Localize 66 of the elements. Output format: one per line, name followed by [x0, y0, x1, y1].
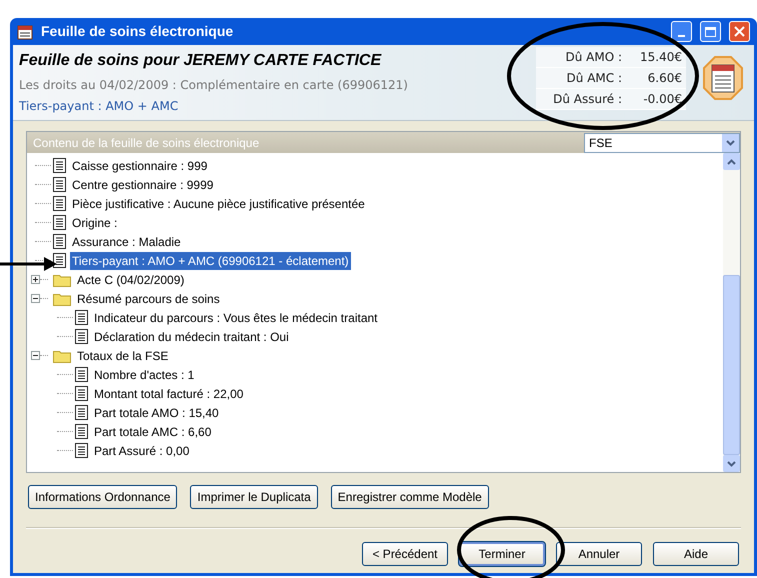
tree-item[interactable]: Résumé parcours de soins	[75, 290, 222, 308]
tree-item[interactable]: Nombre d'actes : 1	[92, 366, 196, 384]
tree-item[interactable]: Montant total facturé : 22,00	[92, 384, 246, 402]
document-icon	[75, 443, 88, 458]
scrollbar[interactable]	[723, 153, 740, 472]
tree-item[interactable]: Caisse gestionnaire : 999	[70, 156, 210, 174]
tree-item[interactable]: Indicateur du parcours : Vous êtes le médecin traitant	[92, 308, 380, 326]
minimize-button[interactable]	[671, 21, 692, 42]
tree-item[interactable]: Part Assuré : 0,00	[92, 442, 192, 460]
document-icon	[75, 329, 88, 344]
close-icon	[734, 26, 745, 37]
collapse-toggle-icon[interactable]	[31, 294, 40, 303]
tree-item[interactable]: Tiers-payant : AMO + AMC (69906121 - éclatement)	[70, 252, 351, 270]
document-icon	[53, 158, 66, 173]
scroll-down-button[interactable]	[723, 455, 740, 472]
folder-icon	[53, 272, 71, 286]
nav-button[interactable]: Aide	[653, 542, 739, 566]
section-title: Contenu de la feuille de soins électronique	[32, 134, 260, 152]
document-icon	[75, 405, 88, 420]
caret-icon	[726, 140, 735, 146]
amount-value: -0.00€	[642, 91, 682, 108]
amount-label: Dû AMC :	[566, 70, 622, 87]
form-icon	[17, 24, 33, 40]
nav-button[interactable]: Terminer	[459, 542, 545, 566]
nav-button[interactable]: Annuler	[556, 542, 642, 566]
document-icon	[53, 196, 66, 211]
collapse-toggle-icon[interactable]	[31, 351, 40, 360]
document-icon	[53, 234, 66, 249]
document-icon	[75, 386, 88, 401]
amount-value: 6.60€	[646, 70, 682, 87]
view-select[interactable]: FSE	[584, 132, 740, 152]
tree-item[interactable]: Totaux de la FSE	[75, 346, 170, 364]
annotation-arrow	[0, 257, 57, 271]
folder-icon	[53, 348, 71, 362]
tree-item[interactable]: Part totale AMC : 6,60	[92, 422, 214, 440]
amount-value: 15.40€	[639, 49, 682, 66]
tree-item[interactable]: Déclaration du médecin traitant : Oui	[92, 328, 291, 346]
action-button[interactable]: Imprimer le Duplicata	[190, 485, 318, 509]
tree-item[interactable]: Pièce justificative : Aucune pièce justificative présentée	[70, 194, 367, 212]
patient-title: Feuille de soins pour JEREMY CARTE FACTICE	[19, 51, 382, 71]
document-icon	[53, 215, 66, 230]
tree-item[interactable]: Centre gestionnaire : 9999	[70, 176, 216, 194]
document-icon	[75, 310, 88, 325]
amount-label: Dû AMO :	[565, 49, 622, 66]
document-icon	[53, 177, 66, 192]
tree-item[interactable]: Assurance : Maladie	[70, 232, 183, 250]
action-button[interactable]: Enregistrer comme Modèle	[330, 485, 489, 509]
close-button[interactable]	[729, 21, 750, 42]
document-icon	[75, 424, 88, 439]
maximize-button[interactable]	[700, 21, 721, 42]
nav-button[interactable]: < Précédent	[362, 542, 448, 566]
expand-toggle-icon[interactable]	[31, 275, 40, 284]
third-party-text: Tiers-payant : AMO + AMC	[19, 98, 180, 115]
scroll-thumb[interactable]	[723, 275, 740, 455]
action-button[interactable]: Informations Ordonnance	[28, 485, 178, 509]
tree-item[interactable]: Acte C (04/02/2009)	[75, 270, 186, 288]
scroll-up-button[interactable]	[723, 153, 740, 170]
document-icon	[53, 253, 66, 268]
window-title: Feuille de soins électronique	[41, 22, 234, 41]
tree-item[interactable]: Part totale AMO : 15,40	[92, 404, 221, 422]
tree-item[interactable]: Origine :	[70, 214, 120, 232]
folder-icon	[53, 292, 71, 306]
document-icon	[75, 367, 88, 382]
amount-label: Dû Assuré :	[553, 91, 622, 108]
rights-text: Les droits au 04/02/2009 : Complémentaire en carte (69906121)	[19, 77, 409, 94]
form-badge-icon	[702, 55, 744, 101]
